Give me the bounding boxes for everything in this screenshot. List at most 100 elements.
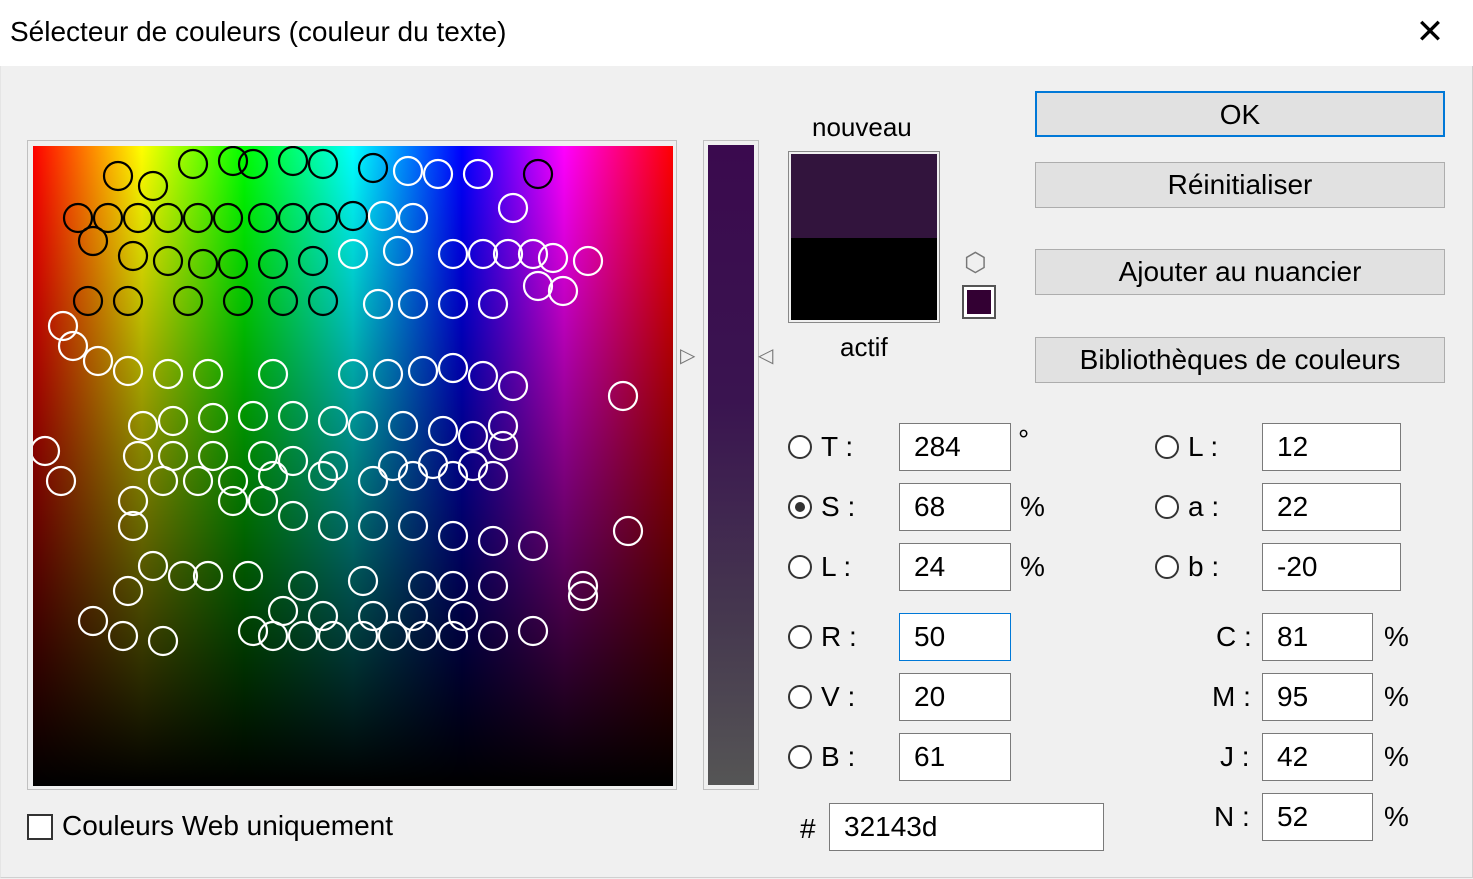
ring-mark [257,358,289,390]
unit-hue: ° [1018,424,1030,455]
label-yellow: J : [1220,741,1250,772]
radio-red[interactable] [788,625,812,649]
reset-button[interactable]: Réinitialiser [1035,162,1445,208]
color-slider[interactable] [703,140,759,790]
ring-mark [177,148,209,180]
web-colors-only-checkbox[interactable] [27,814,53,840]
ring-mark [437,288,469,320]
ring-mark [287,620,319,652]
input-hue[interactable]: 284 [899,423,1011,471]
ring-mark [277,146,309,177]
radio-lab-a[interactable] [1155,495,1179,519]
cube-icon[interactable]: ⬡ [964,247,987,278]
ring-mark [187,248,219,280]
current-color-swatch[interactable] [791,238,937,320]
ring-mark [477,620,509,652]
color-field[interactable] [27,140,677,790]
ring-mark [82,345,114,377]
ring-mark [33,435,61,467]
ring-mark [437,352,469,384]
ring-mark [137,170,169,202]
ring-mark [457,420,489,452]
ring-mark [357,510,389,542]
ring-mark [157,440,189,472]
input-magenta[interactable]: 95 [1262,673,1373,721]
radio-hue[interactable] [788,435,812,459]
ring-mark [112,575,144,607]
radio-lab-b[interactable] [1155,555,1179,579]
ring-mark [387,410,419,442]
add-to-swatches-button[interactable]: Ajouter au nuancier [1035,249,1445,295]
input-saturation[interactable]: 68 [899,483,1011,531]
new-color-label: nouveau [812,112,912,142]
ring-mark [147,625,179,657]
ring-mark [362,288,394,320]
color-slider-gradient [708,145,754,785]
radio-saturation[interactable] [788,495,812,519]
ring-mark [397,202,429,234]
label-magenta: M : [1212,681,1251,712]
ring-mark [307,202,339,234]
input-lab-a[interactable]: 22 [1262,483,1401,531]
radio-blue[interactable] [788,745,812,769]
close-icon[interactable]: ✕ [1410,12,1450,52]
unit-lightness: % [1020,551,1045,582]
ring-mark [397,510,429,542]
ring-mark [517,238,549,270]
ring-mark [267,595,299,627]
ring-mark [237,148,269,180]
ring-mark [117,510,149,542]
label-lightness: L : [821,551,852,582]
label-lab-a: a : [1188,491,1220,522]
ring-mark [397,288,429,320]
ok-button[interactable]: OK [1035,91,1445,137]
ring-mark [357,465,389,497]
ring-mark [277,202,309,234]
ring-mark [287,570,319,602]
ring-mark [347,410,379,442]
ring-mark [112,285,144,317]
radio-green[interactable] [788,685,812,709]
input-red[interactable]: 50 [899,613,1011,661]
ring-mark [232,560,264,592]
ring-mark [497,370,529,402]
input-black[interactable]: 52 [1262,793,1373,841]
color-libraries-button[interactable]: Bibliothèques de couleurs [1035,337,1445,383]
ring-mark [192,358,224,390]
slider-right-arrow-icon[interactable]: ◁ [758,343,773,368]
ring-mark [427,415,459,447]
label-lab-b: b : [1188,551,1220,582]
ring-mark [182,465,214,497]
ring-mark [277,445,309,477]
slider-left-arrow-icon[interactable]: ▷ [680,343,695,368]
ring-mark [337,238,369,270]
input-cyan[interactable]: 81 [1262,613,1373,661]
unit-yellow: % [1384,741,1409,772]
ring-mark [367,200,399,232]
input-lab-l[interactable]: 12 [1262,423,1401,471]
input-yellow[interactable]: 42 [1262,733,1373,781]
web-safe-color [967,290,991,314]
ring-mark [117,240,149,272]
ring-mark [267,285,299,317]
ring-mark [537,242,569,274]
ring-mark [45,465,77,497]
input-lightness[interactable]: 24 [899,543,1011,591]
ring-mark [307,148,339,180]
ring-mark [277,500,309,532]
web-colors-only-label[interactable]: Couleurs Web uniquement [62,810,393,842]
ring-mark [152,245,184,277]
input-lab-b[interactable]: -20 [1262,543,1401,591]
input-green[interactable]: 20 [899,673,1011,721]
title-bar: Sélecteur de couleurs (couleur du texte)… [0,0,1473,66]
input-hex[interactable]: 32143d [829,803,1104,851]
ring-mark [377,620,409,652]
ring-mark [192,560,224,592]
radio-lab-l[interactable] [1155,435,1179,459]
ring-mark [222,285,254,317]
radio-lightness[interactable] [788,555,812,579]
ring-mark [357,152,389,184]
input-blue[interactable]: 61 [899,733,1011,781]
ring-mark [167,560,199,592]
web-safe-swatch[interactable] [962,285,996,319]
